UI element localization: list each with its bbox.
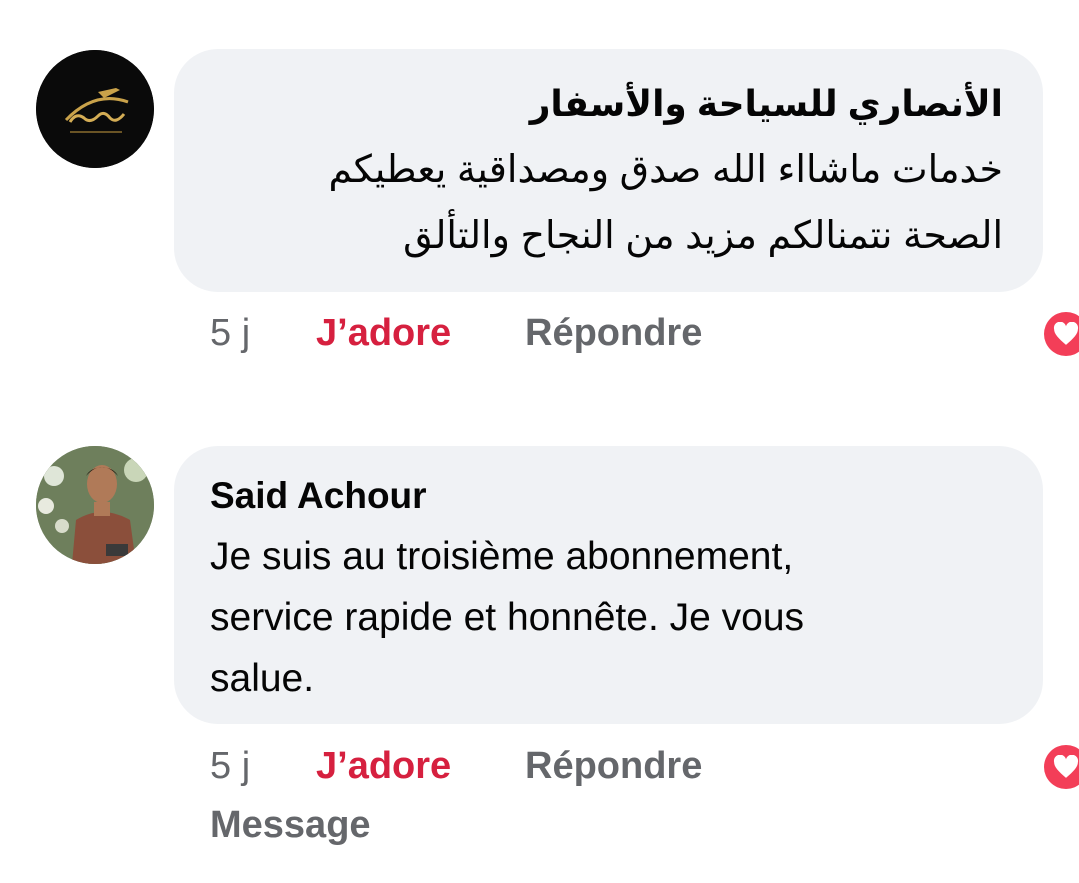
comment-timestamp[interactable]: 5 j <box>210 312 250 355</box>
message-button[interactable]: Message <box>210 804 371 847</box>
avatar-ansari[interactable] <box>36 50 154 168</box>
reply-button[interactable]: Répondre <box>525 745 702 788</box>
comment-author[interactable]: Said Achour <box>210 472 1007 520</box>
comment-text-line: خدمات ماشااء الله صدق ومصداقية يعطيكم <box>328 149 1003 191</box>
comment-text-line: service rapide et honnête. Je vous <box>210 596 805 639</box>
comment-author[interactable]: الأنصاري للسياحة والأسفار <box>214 79 1003 129</box>
comment-text: خدمات ماشااء الله صدق ومصداقية يعطيكم ال… <box>214 137 1003 269</box>
like-button[interactable]: J’adore <box>316 745 451 788</box>
comment-timestamp[interactable]: 5 j <box>210 745 250 788</box>
travel-agency-logo-icon <box>36 50 154 168</box>
comment-text-line: salue. <box>210 657 315 700</box>
comment-text: Je suis au troisième abonnement, service… <box>210 526 1007 709</box>
avatar-said-achour[interactable] <box>36 446 154 564</box>
comment-bubble: Said Achour Je suis au troisième abonnem… <box>174 446 1043 724</box>
comment-text-line: Je suis au troisième abonnement, <box>210 535 794 578</box>
comment-actions: 5 j J’adore Répondre 1 <box>210 312 1079 362</box>
reply-button[interactable]: Répondre <box>525 312 702 355</box>
comment-actions: 5 j J’adore Répondre 1 <box>210 745 1079 795</box>
like-button[interactable]: J’adore <box>316 312 451 355</box>
comment-bubble: الأنصاري للسياحة والأسفار خدمات ماشااء ا… <box>174 49 1043 292</box>
person-photo-icon <box>36 446 154 564</box>
comment-text-line: الصحة نتمنالكم مزيد من النجاح والتألق <box>403 215 1003 257</box>
